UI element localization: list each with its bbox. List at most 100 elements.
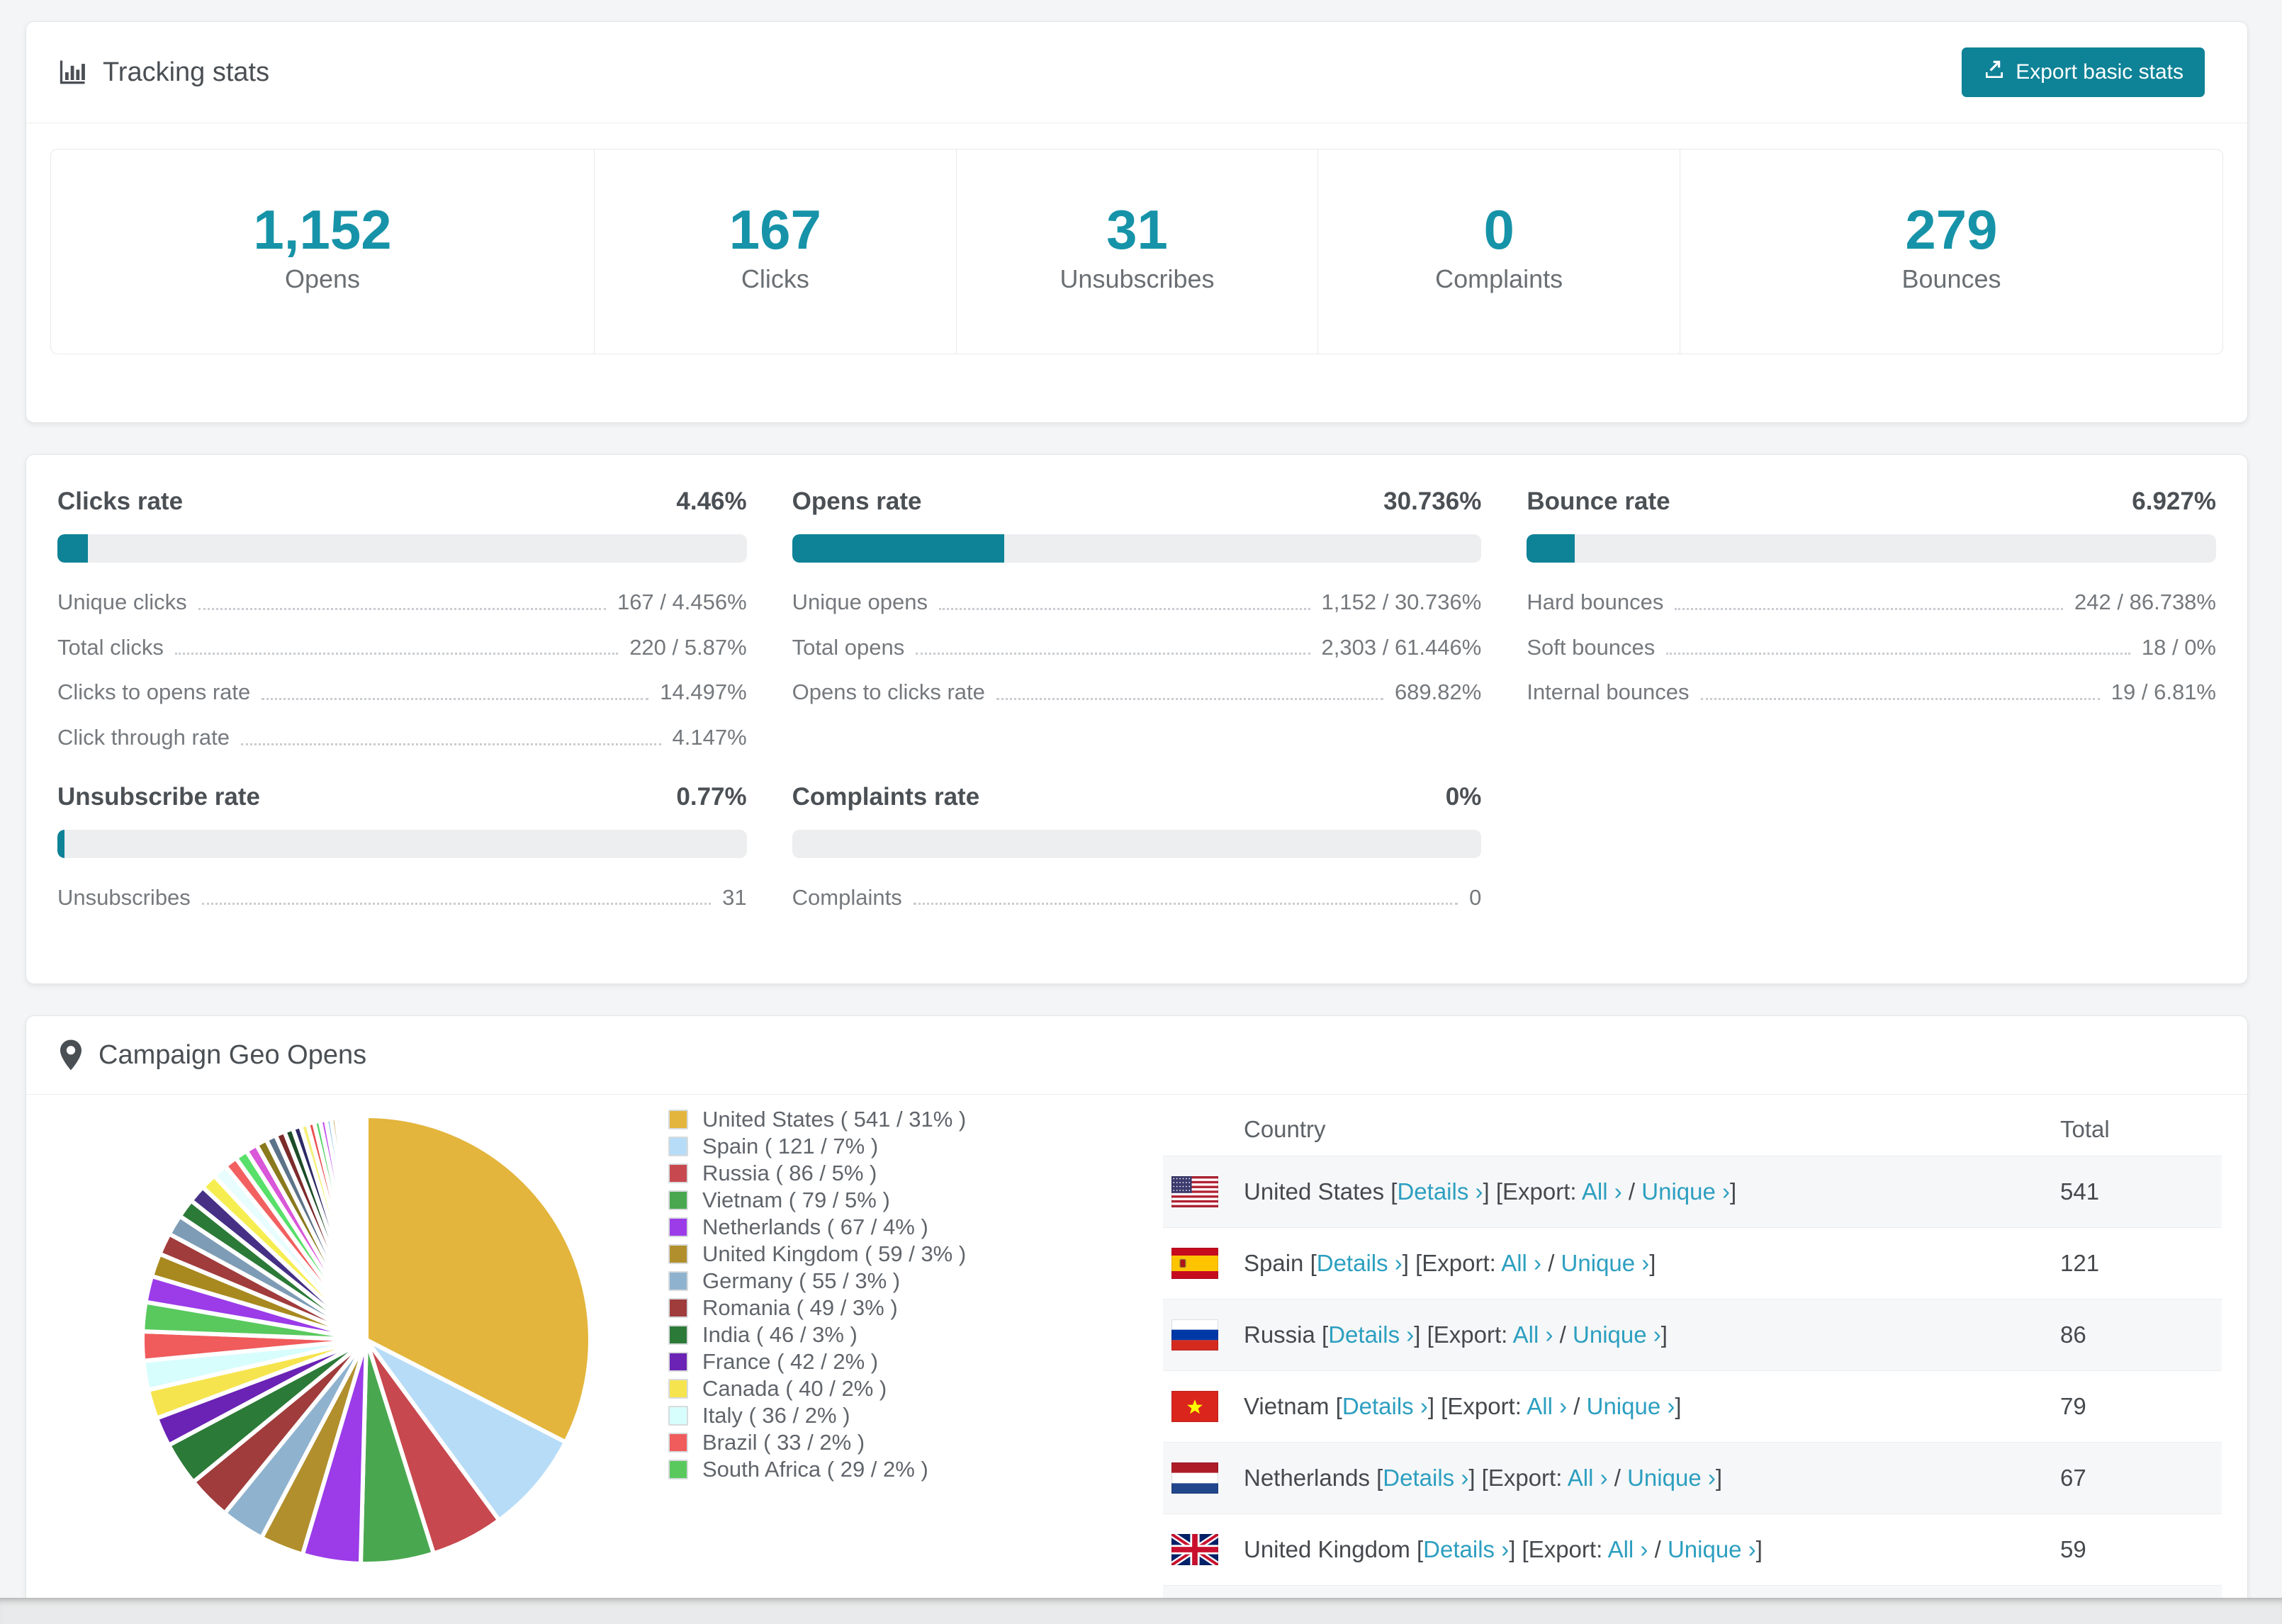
country-name: Netherlands — [1244, 1465, 1370, 1492]
legend-swatch — [668, 1460, 688, 1480]
legend-label: Canada ( 40 / 2% ) — [702, 1376, 887, 1402]
rate-row-label: Unique clicks — [57, 590, 187, 614]
legend-swatch — [668, 1352, 688, 1372]
legend-swatch — [668, 1190, 688, 1211]
country-total: 79 — [2060, 1393, 2086, 1420]
legend-item: United States ( 541 / 31% ) — [668, 1106, 1108, 1133]
rate-panel-clicks: Clicks rate 4.46% Unique clicks 167 / 4.4… — [57, 486, 747, 760]
clicks-count: 167 — [729, 198, 821, 261]
country-total: 59 — [2060, 1536, 2086, 1563]
export-unique-link[interactable]: Unique › — [1627, 1465, 1716, 1491]
country-name: Vietnam — [1244, 1393, 1330, 1420]
export-all-link[interactable]: All › — [1608, 1536, 1648, 1562]
flag-es — [1171, 1248, 1218, 1280]
unsubscribe-rate-value: 0.77% — [676, 782, 747, 811]
stat-unsubscribes: 31 Unsubscribes — [955, 150, 1318, 354]
legend-label: Vietnam ( 79 / 5% ) — [702, 1188, 890, 1213]
complaints-rate-value: 0% — [1445, 782, 1482, 811]
rate-row: Hard bounces 242 / 86.738% — [1527, 580, 2216, 625]
dotted-leader — [262, 697, 649, 700]
details-link[interactable]: Details › — [1397, 1178, 1483, 1205]
legend-item: Spain ( 121 / 7% ) — [668, 1133, 1108, 1160]
export-all-link[interactable]: All › — [1568, 1465, 1608, 1491]
complaints-rate-bar — [792, 829, 1482, 858]
export-unique-link[interactable]: Unique › — [1641, 1178, 1730, 1205]
stat-complaints: 0 Complaints — [1317, 150, 1680, 354]
legend-swatch — [668, 1433, 688, 1453]
stat-clicks: 167 Clicks — [594, 150, 956, 354]
rate-row-label: Total opens — [792, 634, 905, 660]
country-name: United States — [1244, 1178, 1385, 1205]
flag-gb — [1169, 1531, 1220, 1568]
export-unique-link[interactable]: Unique › — [1561, 1250, 1650, 1276]
rate-row: Unique clicks 167 / 4.456% — [57, 580, 747, 625]
export-all-link[interactable]: All › — [1527, 1393, 1567, 1419]
legend-label: Brazil ( 33 / 2% ) — [702, 1430, 865, 1455]
dotted-leader — [913, 903, 1458, 906]
page: Tracking stats Export basic stats 1,152 … — [0, 0, 2282, 1615]
opens-rate-value: 30.736% — [1383, 487, 1482, 515]
country-name: Spain — [1244, 1250, 1304, 1277]
legend-item: Italy ( 36 / 2% ) — [668, 1402, 1108, 1429]
export-button-label: Export basic stats — [2016, 60, 2183, 84]
bounce-rate-value: 6.927% — [2132, 487, 2216, 515]
legend-item: Vietnam ( 79 / 5% ) — [668, 1187, 1108, 1214]
legend-label: Spain ( 121 / 7% ) — [702, 1134, 879, 1159]
table-row: United States [Details ›] [Export: All ›… — [1163, 1156, 2222, 1228]
legend-item: United Kingdom ( 59 / 3% ) — [668, 1241, 1108, 1268]
bounce-rate-title: Bounce rate — [1527, 487, 1670, 515]
clicks-rate-bar — [57, 534, 747, 563]
rate-row-value: 242 / 86.738% — [2074, 590, 2216, 614]
legend-label: South Africa ( 29 / 2% ) — [702, 1457, 928, 1482]
legend-swatch — [668, 1137, 688, 1157]
export-all-link[interactable]: All › — [1501, 1250, 1541, 1276]
export-unique-link[interactable]: Unique › — [1587, 1393, 1675, 1419]
rate-row-value: 31 — [722, 884, 747, 910]
campaign-geo-opens-card: Campaign Geo Opens United States ( 541 /… — [26, 1015, 2248, 1615]
legend-swatch — [668, 1379, 688, 1399]
rate-row: Total opens 2,303 / 61.446% — [792, 625, 1482, 670]
dotted-leader — [1675, 607, 2064, 610]
rate-row-label: Clicks to opens rate — [57, 680, 251, 705]
legend-item: South Africa ( 29 / 2% ) — [668, 1456, 1108, 1483]
details-link[interactable]: Details › — [1317, 1250, 1403, 1276]
dotted-leader — [201, 903, 712, 906]
legend-swatch — [668, 1325, 688, 1346]
details-link[interactable]: Details › — [1383, 1465, 1468, 1491]
clicks-rate-title: Clicks rate — [57, 487, 184, 515]
export-all-link[interactable]: All › — [1582, 1178, 1622, 1205]
complaints-rate-title: Complaints rate — [792, 782, 980, 811]
export-unique-link[interactable]: Unique › — [1668, 1536, 1756, 1562]
export-basic-stats-button[interactable]: Export basic stats — [1962, 47, 2205, 97]
legend-swatch — [668, 1244, 688, 1265]
details-link[interactable]: Details › — [1328, 1321, 1414, 1348]
rate-row-label: Hard bounces — [1527, 590, 1664, 614]
tracking-stats-title-wrap: Tracking stats — [57, 57, 269, 88]
legend-label: United Kingdom ( 59 / 3% ) — [702, 1241, 967, 1267]
export-all-link[interactable]: All › — [1513, 1321, 1553, 1348]
rate-panel-complaints: Complaints rate 0% Complaints 0 — [792, 782, 1482, 920]
rate-panel-bounce: Bounce rate 6.927% Hard bounces 242 / 86.… — [1527, 486, 2216, 760]
legend-swatch — [668, 1217, 688, 1238]
dotted-leader — [1666, 653, 2130, 655]
rate-row: Total clicks 220 / 5.87% — [57, 625, 747, 670]
unsubscribe-rate-title: Unsubscribe rate — [57, 782, 260, 811]
rate-row-label: Internal bounces — [1527, 680, 1690, 705]
details-link[interactable]: Details › — [1423, 1536, 1509, 1562]
complaints-count: 0 — [1483, 198, 1514, 261]
bottom-band — [0, 1598, 2282, 1624]
dotted-leader — [916, 653, 1310, 655]
rate-row-label: Soft bounces — [1527, 634, 1656, 660]
country-total: 541 — [2060, 1178, 2100, 1205]
country-name: Russia — [1244, 1321, 1315, 1348]
export-unique-link[interactable]: Unique › — [1573, 1321, 1661, 1348]
rate-row-value: 19 / 6.81% — [2110, 680, 2216, 705]
geo-header: Campaign Geo Opens — [26, 1016, 2247, 1095]
flag-ru — [1171, 1319, 1218, 1351]
legend-item: Germany ( 55 / 3% ) — [668, 1268, 1108, 1295]
table-row: United Kingdom [Details ›] [Export: All … — [1163, 1513, 2222, 1585]
details-link[interactable]: Details › — [1342, 1393, 1428, 1419]
tracking-stats-header: Tracking stats Export basic stats — [26, 22, 2247, 123]
geo-table: Country Total United States [Details ›] … — [1163, 1116, 2222, 1614]
legend-label: Germany ( 55 / 3% ) — [702, 1268, 901, 1294]
